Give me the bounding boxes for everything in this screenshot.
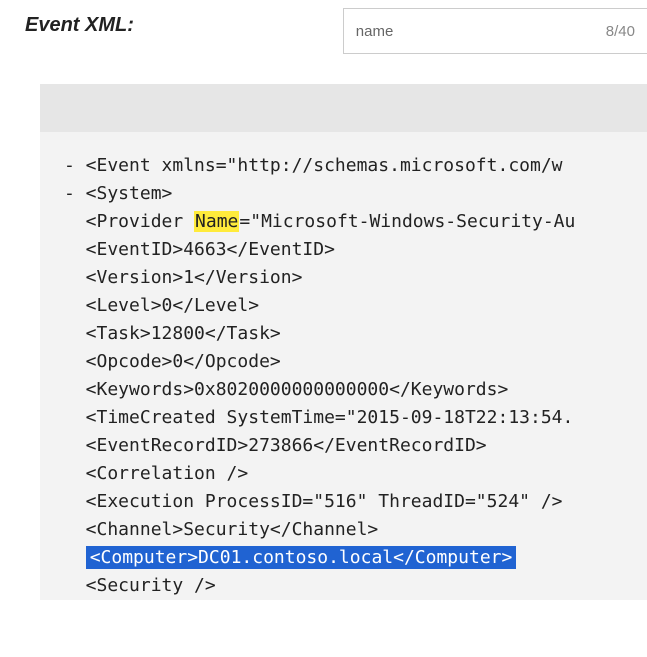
- code-line: - <Event xmlns="http://schemas.microsoft…: [64, 155, 563, 176]
- code-line: <Task>12800</Task>: [64, 323, 281, 344]
- search-hit-highlight: Name: [194, 211, 239, 232]
- code-line: <Correlation />: [64, 463, 248, 484]
- search-match-counter: 8/40: [606, 23, 635, 40]
- code-line: <Level>0</Level>: [64, 295, 259, 316]
- code-line: <EventID>4663</EventID>: [64, 239, 335, 260]
- page-title: Event XML:: [25, 8, 134, 37]
- code-line: <Opcode>0</Opcode>: [64, 351, 281, 372]
- code-line: <Channel>Security</Channel>: [64, 519, 378, 540]
- selection-highlight: <Computer>DC01.contoso.local</Computer>: [86, 546, 517, 569]
- search-input[interactable]: [356, 23, 576, 40]
- code-line: <Provider Name="Microsoft-Windows-Securi…: [64, 211, 575, 232]
- code-line: - <System>: [64, 183, 172, 204]
- xml-code: - <Event xmlns="http://schemas.microsoft…: [64, 152, 647, 600]
- code-line: <EventRecordID>273866</EventRecordID>: [64, 435, 487, 456]
- code-block-inner: - <Event xmlns="http://schemas.microsoft…: [40, 132, 647, 600]
- code-line: <Version>1</Version>: [64, 267, 302, 288]
- header-bar: Event XML: 8/40: [0, 0, 647, 54]
- code-line: <Keywords>0x8020000000000000</Keywords>: [64, 379, 508, 400]
- find-box-container: 8/40: [343, 8, 647, 54]
- code-line: <Computer>DC01.contoso.local</Computer>: [64, 546, 516, 569]
- code-line: <Security />: [64, 575, 216, 596]
- code-line: <TimeCreated SystemTime="2015-09-18T22:1…: [64, 407, 573, 428]
- code-line: <Execution ProcessID="516" ThreadID="524…: [64, 491, 563, 512]
- code-block-outer: - <Event xmlns="http://schemas.microsoft…: [40, 84, 647, 600]
